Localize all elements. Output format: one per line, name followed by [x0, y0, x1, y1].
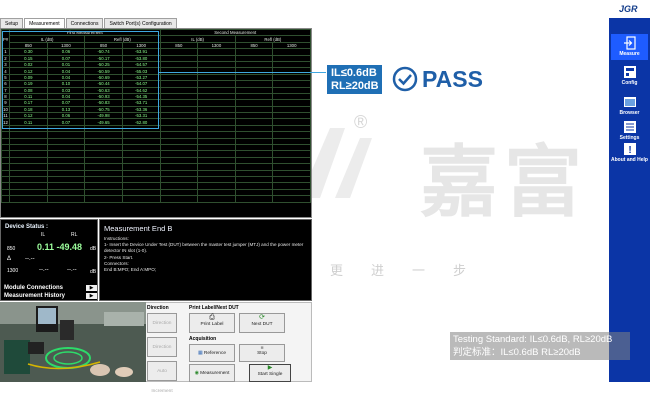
unit-850-label: dB [90, 246, 97, 252]
sidebar-item-label: Browser [619, 110, 640, 116]
next-dut-text: Next DUT [251, 322, 273, 327]
registered-mark: ® [354, 112, 368, 132]
stop-text: Stop [257, 351, 267, 356]
wavelength-850-label: 850 [7, 246, 16, 252]
auto-increment-button[interactable]: Auto Increment [147, 361, 177, 394]
sidebar-item-label: Settings [619, 135, 640, 141]
settings-sliders-icon [623, 121, 636, 133]
delta-value: --.-- [25, 256, 35, 262]
print-label-heading: Print Label/Next DUT [189, 305, 239, 311]
svg-text:!: ! [628, 145, 631, 156]
empty-cell [159, 195, 199, 203]
tab-bar: Setup Measurement Connections Switch Por… [0, 18, 178, 28]
testing-standard-caption: Testing Standard: IL≤0.6dB, RL≥20dB 判定标准… [450, 332, 630, 360]
tab-setup[interactable]: Setup [0, 18, 24, 28]
instruction-line: 1- Insert the Device Under Test (DUT) be… [104, 242, 304, 254]
device-status-title: Device Status : [5, 224, 49, 230]
check-circle-icon [392, 66, 418, 92]
reference-button[interactable]: ▦ Reference [189, 344, 235, 362]
empty-cell [234, 195, 274, 203]
empty-cell [84, 195, 123, 203]
start-single-text: Start Single [257, 372, 283, 377]
measurement-icon: ◉ [194, 371, 199, 376]
help-info-icon: ! [623, 143, 636, 156]
empty-cell [272, 195, 311, 203]
sidebar-item-label: Measure [619, 51, 640, 57]
inset-photo [0, 302, 146, 382]
sidebar-item-about-help[interactable]: ! About and Help [611, 142, 648, 166]
status-850-value: 0.11 -49.48 [37, 242, 83, 252]
browser-window-icon [623, 97, 636, 107]
sidebar-item-settings[interactable]: Settings [611, 120, 648, 141]
pass-text: PASS [422, 65, 483, 92]
play-icon: ▶ [267, 365, 273, 371]
il-column-label: IL [41, 232, 46, 238]
empty-cell [46, 195, 86, 203]
measurement-table-panel: P# First Measurement Second Measurement … [0, 28, 312, 218]
measurement-button[interactable]: ◉ Measurement [189, 364, 235, 382]
tab-switch-port-configuration[interactable]: Switch Port(s) Configuration [104, 18, 177, 28]
printer-icon: ⎙ [209, 314, 215, 321]
screen: ® 嘉富 更进一步 Setup Measurement Connections … [0, 0, 650, 400]
empty-cell [1, 195, 10, 203]
il-spec: IL≤0.6dB [331, 67, 377, 79]
sidebar: Measure Config Browser Settings ! About … [609, 18, 650, 382]
rl-column-label: RL [71, 232, 78, 238]
spec-badge: IL≤0.6dB RL≥20dB [327, 65, 382, 94]
watermark-slogan: 更进一步 [330, 264, 495, 279]
standard-english: Testing Standard: IL≤0.6dB, RL≥20dB [453, 334, 613, 345]
tab-connections[interactable]: Connections [65, 18, 104, 28]
instruction-title: Measurement End B [104, 224, 173, 233]
direction-button-2[interactable]: Direction [147, 337, 177, 357]
print-label-text: Print Label [200, 322, 224, 327]
callout-line [158, 72, 326, 73]
delta-label: Δ [7, 256, 12, 262]
status-1300-il: --.-- [39, 267, 49, 273]
acquisition-heading: Acquisition [189, 336, 217, 342]
instruction-panel: Measurement End B Instructions: 1- Inser… [99, 219, 312, 301]
module-connections-arrow-icon[interactable]: ▶ [86, 285, 97, 291]
sidebar-item-measure[interactable]: Measure [611, 34, 648, 60]
stop-button[interactable]: ■ Stop [239, 344, 285, 362]
measurement-text: Measurement [200, 371, 230, 376]
rl-spec: RL≥20dB [331, 80, 379, 92]
direction-button[interactable]: Direction [147, 313, 177, 333]
login-arrow-icon [623, 36, 636, 50]
tab-measurement[interactable]: Measurement [24, 18, 65, 28]
wavelength-1300-label: 1300 [7, 268, 19, 274]
empty-cell [197, 195, 236, 203]
standard-chinese: 判定标准：IL≤0.6dB RL≥20dB [453, 347, 581, 358]
sidebar-item-label: Config [621, 80, 638, 86]
start-single-button[interactable]: ▶ Start Single [249, 364, 291, 382]
config-panel-icon [623, 66, 636, 78]
device-status-panel: Device Status : IL RL 850 0.11 -49.48 dB… [0, 219, 98, 301]
empty-cell [9, 195, 48, 203]
reference-icon: ▦ [197, 351, 203, 356]
measurement-history-arrow-icon[interactable]: ▶ [86, 293, 97, 299]
measurement-table: P# First Measurement Second Measurement … [1, 28, 312, 203]
measurement-history-link[interactable]: Measurement History [4, 293, 65, 299]
next-dut-button[interactable]: ⟳ Next DUT [239, 313, 285, 333]
sidebar-item-browser[interactable]: Browser [611, 94, 648, 120]
sidebar-item-config[interactable]: Config [611, 64, 648, 90]
refresh-icon: ⟳ [259, 314, 265, 321]
port-header: P# [1, 28, 10, 50]
empty-cell [121, 195, 161, 203]
instruction-line: End B:MPO; End A:MPO; [104, 267, 157, 273]
sidebar-item-label: About and Help [611, 157, 648, 163]
instruction-body: Instructions: 1- Insert the Device Under… [104, 236, 310, 273]
pass-indicator: PASS [392, 63, 483, 95]
module-connections-link[interactable]: Module Connections [4, 285, 63, 291]
direction-heading: Direction [147, 305, 169, 311]
unit-1300-label: dB [90, 269, 97, 275]
watermark-brand: 嘉富 [420, 137, 589, 228]
table-row [1, 195, 311, 203]
reference-text: Reference [203, 351, 227, 356]
print-label-button[interactable]: ⎙ Print Label [189, 313, 235, 333]
status-1300-rl: --.-- [67, 267, 77, 273]
brand-logo: JGR [619, 4, 638, 14]
